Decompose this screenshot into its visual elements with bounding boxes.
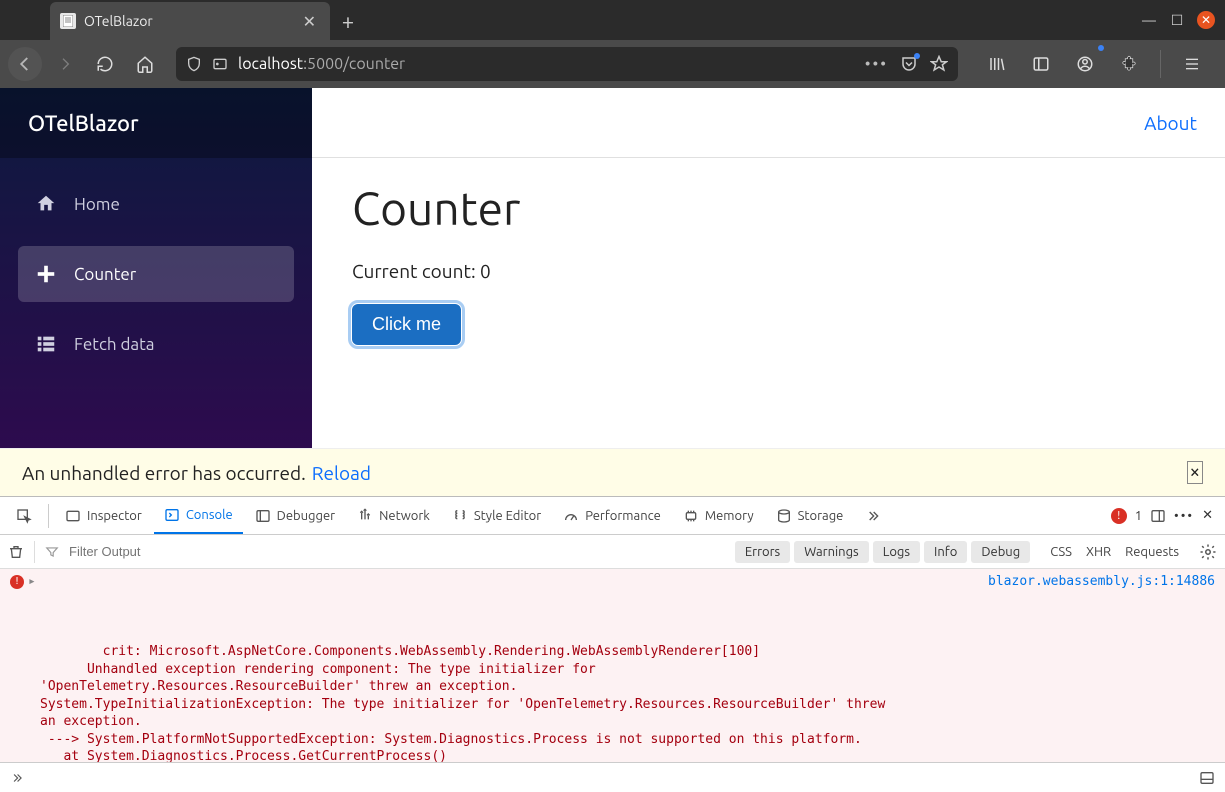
browser-tabbar: OTelBlazor ✕ + — ☐ ✕ — [0, 0, 1225, 40]
filter-link-requests[interactable]: Requests — [1125, 545, 1179, 559]
close-window-button[interactable]: ✕ — [1197, 11, 1215, 29]
devtools-dock-icon[interactable] — [1150, 508, 1166, 524]
browser-tab[interactable]: OTelBlazor ✕ — [50, 2, 330, 40]
home-icon — [32, 193, 60, 215]
clear-console-icon[interactable] — [8, 543, 24, 561]
count-text: Current count: 0 — [352, 260, 1185, 282]
devtools-tab-styleeditor[interactable]: Style Editor — [442, 497, 551, 534]
devtools: Inspector Console Debugger Network Style… — [0, 496, 1225, 792]
dismiss-icon[interactable]: 🗙 — [1187, 461, 1203, 484]
devtools-tab-debugger[interactable]: Debugger — [245, 497, 345, 534]
nav-label: Home — [74, 195, 120, 214]
browser-toolbar: localhost:5000/counter ••• — [0, 40, 1225, 88]
filter-pill-info[interactable]: Info — [924, 541, 967, 563]
count-value: 0 — [480, 260, 491, 282]
new-tab-button[interactable]: + — [330, 4, 366, 40]
console-output[interactable]: ! ▸ blazor.webassembly.js:1:14886 crit: … — [0, 569, 1225, 762]
console-prompt-icon[interactable] — [10, 771, 24, 785]
devtools-tab-memory[interactable]: Memory — [673, 497, 764, 534]
error-bar: An unhandled error has occurred. Reload … — [0, 448, 1225, 496]
minimize-button[interactable]: — — [1141, 12, 1157, 28]
back-button[interactable] — [8, 47, 42, 81]
tab-close-icon[interactable]: ✕ — [299, 12, 320, 31]
sidebar-icon[interactable] — [1024, 47, 1058, 81]
page-info-icon[interactable] — [212, 56, 228, 72]
nav-item-fetchdata[interactable]: Fetch data — [18, 316, 294, 372]
list-icon — [32, 333, 60, 355]
maximize-button[interactable]: ☐ — [1169, 12, 1185, 28]
nav-item-home[interactable]: Home — [18, 176, 294, 232]
devtools-tab-inspector[interactable]: Inspector — [55, 497, 152, 534]
reload-button[interactable] — [88, 47, 122, 81]
split-console-icon[interactable] — [1199, 770, 1215, 786]
app-sidebar: OTelBlazor Home Counter Fetch data — [0, 88, 312, 448]
tab-title: OTelBlazor — [84, 13, 299, 29]
filter-icon[interactable] — [45, 545, 59, 559]
forward-button — [48, 47, 82, 81]
devtools-tab-storage[interactable]: Storage — [766, 497, 854, 534]
plus-icon — [32, 263, 60, 285]
devtools-tabs-overflow[interactable] — [855, 497, 891, 534]
about-link[interactable]: About — [1144, 112, 1197, 134]
nav-label: Fetch data — [74, 335, 155, 354]
filter-pill-errors[interactable]: Errors — [735, 541, 790, 563]
log-text: crit: Microsoft.AspNetCore.Components.We… — [40, 644, 885, 762]
filter-input[interactable] — [69, 544, 725, 559]
expand-arrow-icon[interactable]: ▸ — [28, 573, 36, 591]
home-button[interactable] — [128, 47, 162, 81]
top-bar: About — [312, 88, 1225, 158]
url-bar[interactable]: localhost:5000/counter ••• — [176, 47, 958, 81]
click-me-button[interactable]: Click me — [352, 304, 461, 345]
extension-icon[interactable] — [1112, 47, 1146, 81]
more-icon[interactable]: ••• — [865, 55, 888, 73]
devtools-tab-network[interactable]: Network — [347, 497, 440, 534]
filter-link-xhr[interactable]: XHR — [1086, 545, 1111, 559]
devtools-tab-performance[interactable]: Performance — [553, 497, 671, 534]
filter-link-css[interactable]: CSS — [1050, 545, 1072, 559]
error-text: An unhandled error has occurred. — [22, 462, 306, 484]
bookmark-icon[interactable] — [930, 55, 948, 73]
filter-pill-warnings[interactable]: Warnings — [794, 541, 869, 563]
page-heading: Counter — [352, 182, 1185, 234]
error-icon: ! — [10, 575, 24, 589]
console-settings-icon[interactable] — [1199, 543, 1217, 561]
pocket-icon[interactable] — [900, 55, 918, 73]
url-text: localhost:5000/counter — [238, 55, 865, 73]
devtools-more-icon[interactable]: ••• — [1174, 509, 1194, 523]
source-link[interactable]: blazor.webassembly.js:1:14886 — [988, 573, 1215, 591]
error-badge-icon[interactable]: ! — [1111, 508, 1127, 524]
reload-link[interactable]: Reload — [312, 462, 371, 484]
devtools-close-icon[interactable]: ✕ — [1202, 508, 1213, 523]
nav-item-counter[interactable]: Counter — [18, 246, 294, 302]
account-icon[interactable] — [1068, 47, 1102, 81]
devtools-tab-console[interactable]: Console — [154, 497, 243, 534]
nav-label: Counter — [74, 265, 136, 284]
devtools-picker-icon[interactable] — [6, 497, 42, 534]
filter-pill-logs[interactable]: Logs — [873, 541, 920, 563]
filter-pill-debug[interactable]: Debug — [971, 541, 1030, 563]
library-icon[interactable] — [980, 47, 1014, 81]
app-brand[interactable]: OTelBlazor — [0, 88, 312, 158]
menu-icon[interactable] — [1175, 47, 1209, 81]
favicon — [60, 13, 76, 29]
error-count: 1 — [1135, 509, 1142, 523]
shield-icon[interactable] — [186, 55, 202, 73]
